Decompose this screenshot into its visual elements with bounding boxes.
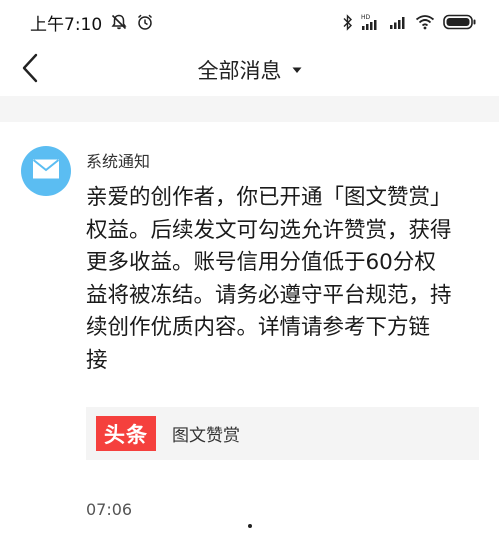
status-left: 上午7:10: [30, 10, 154, 35]
page-indicator-dot: [248, 524, 252, 528]
wifi-icon: [415, 14, 435, 30]
avatar: [21, 146, 71, 196]
alarm-icon: [136, 13, 154, 31]
status-bar: 上午7:10 HD: [0, 0, 499, 44]
battery-icon: [443, 14, 477, 30]
bluetooth-icon: [343, 13, 353, 31]
status-right: HD: [343, 13, 477, 31]
back-button[interactable]: [14, 53, 46, 87]
signal-icon: [389, 14, 407, 30]
screen: 上午7:10 HD 全部消息 系统通知 亲爱的创作者，你已开通「图文赞赏」 权益…: [0, 0, 499, 533]
caret-down-icon: [292, 67, 302, 74]
mute-icon: [110, 13, 128, 31]
message-item: 系统通知 亲爱的创作者，你已开通「图文赞赏」 权益。后续发文可勾选允许赞赏，获得…: [0, 122, 499, 533]
message-body: 亲爱的创作者，你已开通「图文赞赏」 权益。后续发文可勾选允许赞赏，获得 更多收益…: [86, 185, 452, 373]
message-sender: 系统通知: [86, 152, 151, 171]
envelope-icon: [32, 158, 60, 184]
svg-text:HD: HD: [361, 14, 371, 21]
link-card[interactable]: 头条 图文赞赏: [86, 407, 479, 460]
status-time: 上午7:10: [30, 14, 103, 35]
message-filter-dropdown[interactable]: 全部消息: [198, 55, 302, 85]
link-card-title: 图文赞赏: [172, 426, 240, 446]
hd-signal-icon: HD: [361, 13, 381, 31]
chevron-left-icon: [20, 53, 40, 87]
page-title: 全部消息: [197, 59, 282, 83]
section-separator: [0, 96, 499, 122]
toutiao-logo: 头条: [96, 416, 156, 451]
nav-bar: 全部消息: [0, 44, 499, 96]
message-time: 07:06: [86, 500, 133, 519]
